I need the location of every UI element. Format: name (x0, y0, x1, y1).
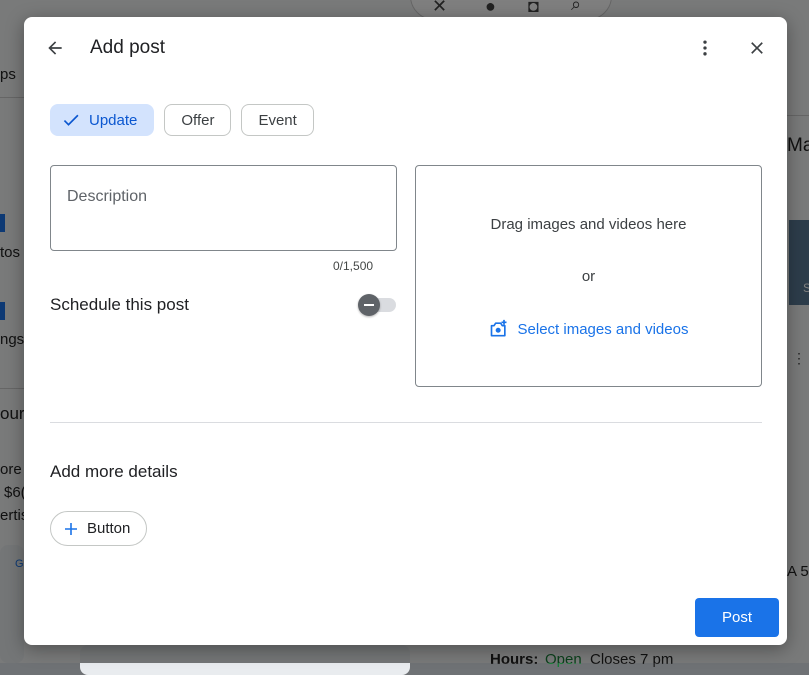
drag-media-text: Drag images and videos here (490, 216, 687, 233)
schedule-toggle[interactable] (358, 293, 398, 317)
more-vert-icon (703, 40, 707, 56)
check-icon (63, 114, 79, 126)
toggle-thumb (358, 294, 380, 316)
chip-offer-label: Offer (181, 111, 215, 129)
more-details-title: Add more details (50, 462, 178, 481)
add-post-dialog: Add post Update Offer Event Description … (24, 17, 787, 645)
select-media-label: Select images and videos (517, 320, 689, 338)
section-divider (50, 422, 762, 423)
schedule-label: Schedule this post (50, 295, 189, 314)
add-button-button[interactable]: Button (50, 511, 148, 546)
or-text: or (581, 268, 596, 285)
post-type-chips: Update Offer Event (50, 104, 314, 136)
arrow-left-icon (48, 41, 62, 55)
select-media-button[interactable]: Select images and videos (416, 319, 761, 339)
chip-update[interactable]: Update (50, 104, 155, 136)
description-placeholder: Description (67, 188, 148, 205)
more-options-button[interactable] (688, 31, 722, 65)
chip-offer[interactable]: Offer (164, 104, 232, 136)
close-icon (751, 42, 763, 54)
media-drop-zone[interactable]: Drag images and videos here or Select im… (415, 165, 762, 387)
chip-event[interactable]: Event (241, 104, 314, 136)
dialog-title: Add post (90, 37, 165, 58)
plus-icon (65, 522, 77, 535)
close-button[interactable] (740, 31, 774, 65)
character-counter: 0/1,500 (333, 259, 374, 273)
back-button[interactable] (38, 31, 72, 65)
chip-event-label: Event (258, 111, 297, 129)
description-field[interactable]: Description (50, 165, 397, 251)
post-button[interactable]: Post (695, 598, 779, 637)
add-photo-icon (490, 319, 507, 337)
chip-update-label: Update (89, 111, 138, 129)
add-button-label: Button (87, 520, 131, 537)
